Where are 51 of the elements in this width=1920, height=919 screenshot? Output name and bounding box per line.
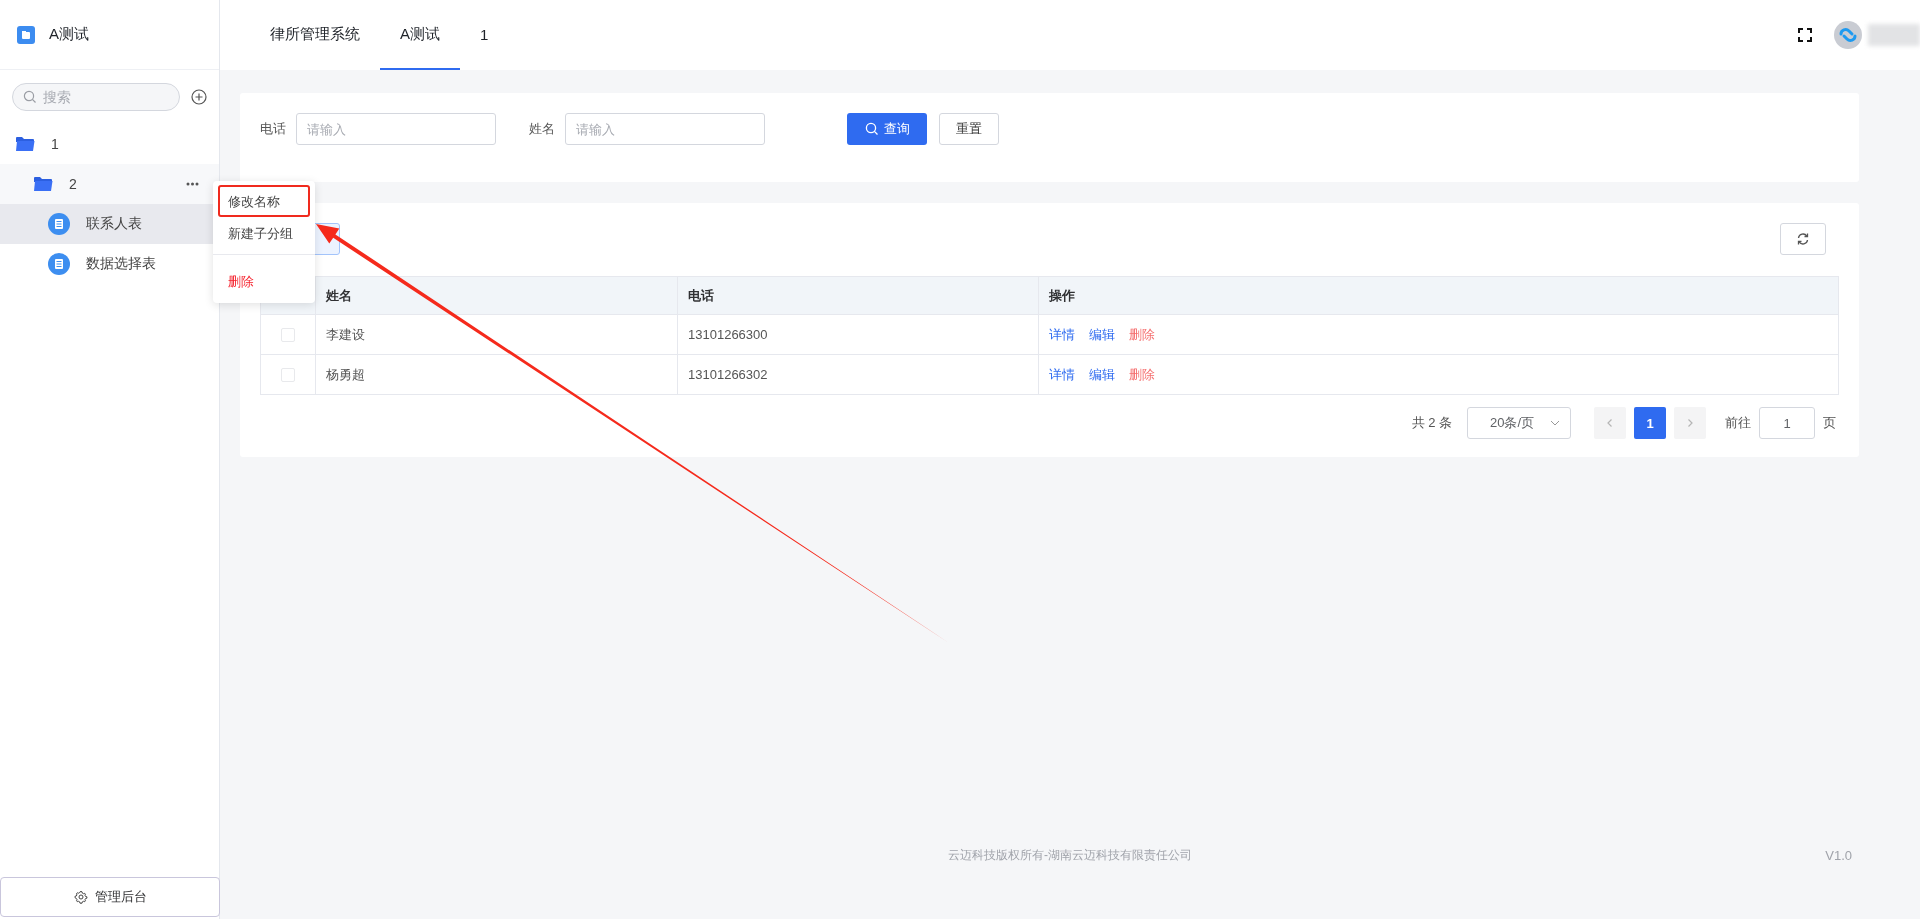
- page-jump-field[interactable]: 1: [1759, 407, 1815, 439]
- admin-button[interactable]: 管理后台: [0, 877, 220, 917]
- folder-icon: [16, 136, 35, 152]
- tree-item[interactable]: 数据选择表: [0, 244, 219, 284]
- action-link[interactable]: 编辑: [1089, 325, 1115, 344]
- reset-button[interactable]: 重置: [939, 113, 999, 145]
- field-label: 电话: [260, 120, 286, 138]
- add-icon[interactable]: [191, 89, 207, 105]
- gear-icon: [73, 890, 88, 904]
- folder-icon: [34, 176, 53, 192]
- total-count: 共 2 条: [1411, 414, 1452, 432]
- action-link[interactable]: 编辑: [1089, 365, 1115, 384]
- nav-tab[interactable]: 1: [460, 0, 509, 70]
- column-header: 电话: [677, 277, 1038, 315]
- table-cell: 13101266302: [677, 355, 1038, 395]
- nav-tab[interactable]: 律所管理系统: [250, 0, 380, 70]
- table-icon: [48, 253, 70, 275]
- refresh-button[interactable]: [1780, 223, 1826, 255]
- field-label: 姓名: [529, 120, 555, 138]
- menu-item[interactable]: 修改名称: [218, 185, 310, 217]
- fullscreen-icon[interactable]: [1798, 28, 1812, 42]
- copyright-text: 云迈科技版权所有-湖南云迈科技有限责任公司: [948, 846, 1192, 864]
- goto-label: 前往: [1725, 414, 1751, 432]
- search-field[interactable]: 搜索: [12, 83, 180, 111]
- search-button[interactable]: 查询: [847, 113, 927, 145]
- tree-item[interactable]: 2: [0, 164, 219, 204]
- column-header: 姓名: [315, 277, 677, 315]
- column-header: 操作: [1038, 277, 1838, 315]
- more-icon[interactable]: [186, 182, 199, 186]
- refresh-icon: [1796, 232, 1810, 246]
- action-link[interactable]: 详情: [1049, 365, 1075, 384]
- table-icon: [48, 213, 70, 235]
- page-size-select[interactable]: 20条/页: [1467, 407, 1571, 439]
- table-cell: 13101266300: [677, 315, 1038, 355]
- search-icon: [864, 122, 879, 136]
- search-icon: [23, 90, 37, 104]
- page-button[interactable]: 1: [1634, 407, 1666, 439]
- nav-tab[interactable]: A测试: [380, 0, 460, 70]
- page-unit: 页: [1823, 414, 1836, 432]
- menu-item[interactable]: 新建子分组: [218, 217, 310, 249]
- version-label: V1.0: [1825, 847, 1852, 863]
- logo-icon: [17, 25, 35, 44]
- caret-icon: [1550, 420, 1560, 426]
- action-link[interactable]: 详情: [1049, 325, 1075, 344]
- input-field[interactable]: 请输入: [565, 113, 765, 145]
- avatar-icon[interactable]: [1834, 21, 1862, 49]
- menu-item[interactable]: 删除: [218, 265, 310, 297]
- input-field[interactable]: 请输入: [296, 113, 496, 145]
- sidebar-title: A测试: [49, 25, 89, 44]
- blurred-area: [1868, 24, 1920, 46]
- tree-item[interactable]: 1: [0, 124, 219, 164]
